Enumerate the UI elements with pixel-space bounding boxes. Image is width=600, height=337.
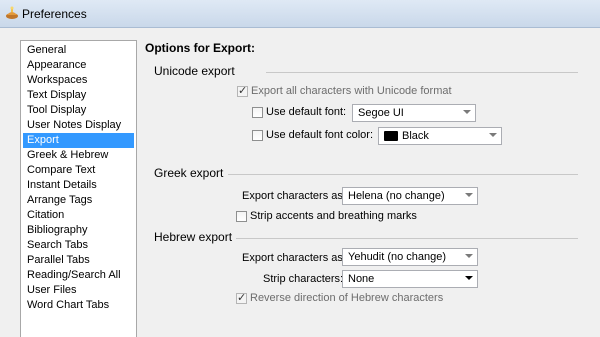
sidebar-item-instant-details[interactable]: Instant Details: [23, 178, 134, 193]
unicode-export-section-title: Unicode export: [154, 64, 235, 78]
sidebar-item-parallel-tabs[interactable]: Parallel Tabs: [23, 253, 134, 268]
chevron-down-icon: [463, 110, 471, 114]
hebrew-export-as-label: Export characters as:: [242, 252, 346, 264]
hebrew-export-select[interactable]: Yehudit (no change): [342, 248, 478, 266]
hebrew-section-divider: [236, 238, 578, 239]
sidebar-item-arrange-tags[interactable]: Arrange Tags: [23, 193, 134, 208]
hebrew-export-value: Yehudit (no change): [348, 251, 447, 263]
chevron-down-icon: [489, 133, 497, 137]
reverse-hebrew-label: Reverse direction of Hebrew characters: [250, 292, 444, 304]
chevron-down-icon: [465, 276, 473, 280]
sidebar-item-general[interactable]: General: [23, 43, 134, 58]
greek-export-value: Helena (no change): [348, 190, 445, 202]
export-unicode-checkbox[interactable]: [237, 84, 248, 97]
sidebar-item-bibliography[interactable]: Bibliography: [23, 223, 134, 238]
hebrew-export-section-title: Hebrew export: [154, 230, 233, 244]
sidebar-item-user-notes-display[interactable]: User Notes Display: [23, 118, 134, 133]
chevron-down-icon: [465, 254, 473, 258]
use-default-font-label: Use default font:: [266, 106, 347, 118]
strip-characters-value: None: [348, 273, 375, 285]
preferences-window: Preferences General Appearance Workspace…: [0, 0, 600, 337]
sidebar-item-tool-display[interactable]: Tool Display: [23, 103, 134, 118]
use-default-color-label: Use default font color:: [266, 129, 374, 141]
reverse-hebrew-checkbox[interactable]: [236, 291, 247, 304]
page-title: Options for Export:: [145, 41, 255, 55]
default-color-value: Black: [402, 130, 429, 142]
default-font-select[interactable]: Segoe UI: [352, 104, 476, 122]
title-bar[interactable]: Preferences: [0, 0, 600, 28]
sidebar-item-reading-search-all[interactable]: Reading/Search All: [23, 268, 134, 283]
export-unicode-label: Export all characters with Unicode forma…: [251, 85, 452, 97]
greek-export-as-label: Export characters as:: [242, 190, 346, 202]
greek-export-section-title: Greek export: [154, 166, 224, 180]
strip-accents-label: Strip accents and breathing marks: [250, 210, 417, 222]
sidebar-item-word-chart-tabs[interactable]: Word Chart Tabs: [23, 298, 134, 313]
preferences-category-list[interactable]: General Appearance Workspaces Text Displ…: [20, 40, 137, 337]
greek-export-select[interactable]: Helena (no change): [342, 187, 478, 205]
sidebar-item-citation[interactable]: Citation: [23, 208, 134, 223]
chevron-down-icon: [465, 193, 473, 197]
app-lamp-icon: [6, 6, 18, 19]
sidebar-item-workspaces[interactable]: Workspaces: [23, 73, 134, 88]
unicode-section-divider: [266, 72, 578, 73]
sidebar-item-greek-hebrew[interactable]: Greek & Hebrew: [23, 148, 134, 163]
strip-accents-checkbox[interactable]: [236, 211, 247, 222]
sidebar-item-user-files[interactable]: User Files: [23, 283, 134, 298]
sidebar-item-compare-text[interactable]: Compare Text: [23, 163, 134, 178]
window-title: Preferences: [22, 7, 87, 21]
default-color-select[interactable]: Black: [378, 127, 502, 145]
color-swatch: [384, 131, 398, 141]
use-default-font-checkbox[interactable]: [252, 107, 263, 118]
sidebar-item-export[interactable]: Export: [23, 133, 134, 148]
greek-section-divider: [228, 174, 578, 175]
sidebar-item-search-tabs[interactable]: Search Tabs: [23, 238, 134, 253]
use-default-color-checkbox[interactable]: [252, 130, 263, 141]
sidebar-item-appearance[interactable]: Appearance: [23, 58, 134, 73]
default-font-value: Segoe UI: [358, 107, 404, 119]
sidebar-item-text-display[interactable]: Text Display: [23, 88, 134, 103]
strip-characters-label: Strip characters:: [263, 273, 344, 285]
strip-characters-select[interactable]: None: [342, 270, 478, 288]
